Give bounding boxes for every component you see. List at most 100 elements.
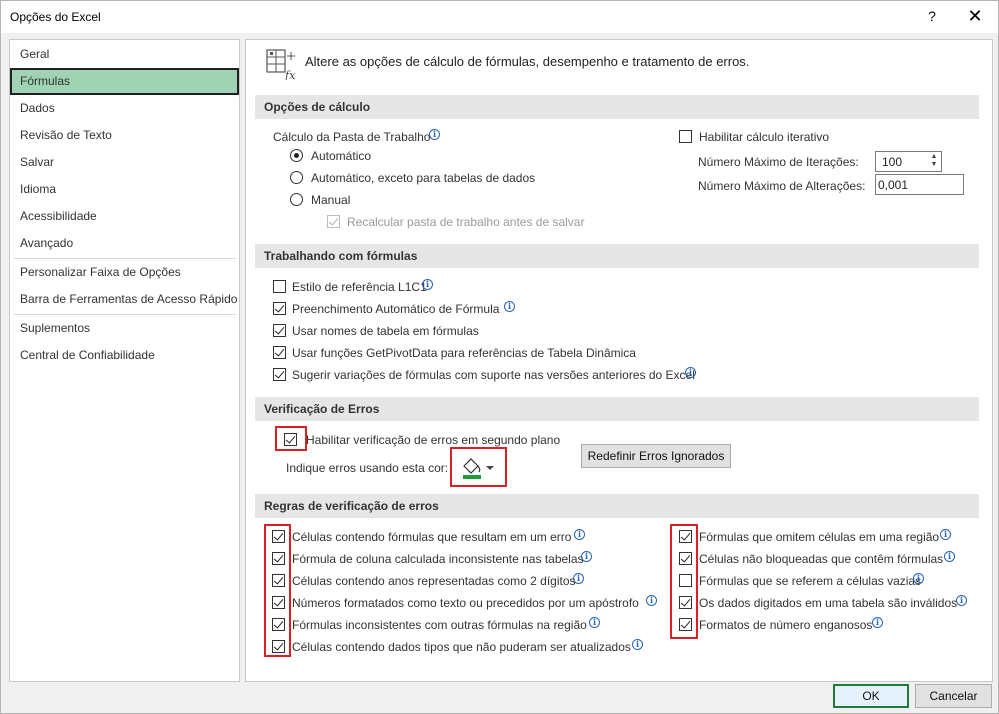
window-title: Opções do Excel <box>10 10 101 24</box>
rule-checkbox[interactable] <box>679 596 692 609</box>
sidebar-item-personalizar-faixa[interactable]: Personalizar Faixa de Opções <box>10 259 239 286</box>
info-icon[interactable]: i <box>422 279 433 290</box>
suggest-variations-checkbox[interactable] <box>273 368 286 381</box>
rule-checkbox[interactable] <box>272 618 285 631</box>
rule-checkbox[interactable] <box>272 574 285 587</box>
error-color-label: Indique erros usando esta cor: <box>286 461 449 475</box>
r1c1-checkbox[interactable] <box>273 280 286 293</box>
info-icon[interactable]: i <box>581 551 592 562</box>
rule-label: Células não bloqueadas que contêm fórmul… <box>699 552 944 566</box>
sidebar-item-formulas[interactable]: Fórmulas <box>10 68 239 95</box>
getpivotdata-label: Usar funções GetPivotData para referênci… <box>292 346 636 360</box>
radio-manual[interactable] <box>290 193 303 206</box>
stepper-arrows-icon[interactable]: ▲ ▼ <box>929 153 939 170</box>
formula-autocomplete-checkbox[interactable] <box>273 302 286 315</box>
rule-checkbox[interactable] <box>679 618 692 631</box>
formula-calc-icon: fx <box>266 49 296 80</box>
close-icon[interactable]: ✕ <box>962 5 988 27</box>
r1c1-label: Estilo de referência L1C1 <box>292 280 427 294</box>
rule-label: Formatos de número enganosos <box>699 618 873 632</box>
rule-label: Fórmula de coluna calculada inconsistent… <box>292 552 584 566</box>
error-color-picker[interactable] <box>455 452 503 482</box>
radio-automatic[interactable] <box>290 149 303 162</box>
info-icon[interactable]: i <box>573 573 584 584</box>
sidebar-item-salvar[interactable]: Salvar <box>10 149 239 176</box>
rule-label: Os dados digitados em uma tabela são inv… <box>699 596 958 610</box>
section-title: Opções de cálculo <box>264 100 371 114</box>
workbook-calc-label: Cálculo da Pasta de Trabalho <box>273 130 431 144</box>
info-icon[interactable]: i <box>589 617 600 628</box>
max-change-label: Número Máximo de Alterações: <box>698 179 866 193</box>
section-working-with-formulas: Trabalhando com fórmulas <box>255 244 979 268</box>
cancel-button[interactable]: Cancelar <box>915 684 992 708</box>
rule-label: Fórmulas que se referem a células vazias <box>699 574 922 588</box>
info-icon[interactable]: i <box>944 551 955 562</box>
options-sidebar: Geral Fórmulas Dados Revisão de Texto Sa… <box>9 39 240 682</box>
rule-checkbox[interactable] <box>679 530 692 543</box>
info-icon[interactable]: i <box>913 573 924 584</box>
formula-autocomplete-label: Preenchimento Automático de Fórmula <box>292 302 500 316</box>
sidebar-item-idioma[interactable]: Idioma <box>10 176 239 203</box>
rule-label: Células contendo fórmulas que resultam e… <box>292 530 572 544</box>
sidebar-item-geral[interactable]: Geral <box>10 41 239 68</box>
svg-text:fx: fx <box>284 69 296 80</box>
suggest-variations-label: Sugerir variações de fórmulas com suport… <box>292 368 695 382</box>
rule-checkbox[interactable] <box>272 552 285 565</box>
info-icon[interactable]: i <box>632 639 643 650</box>
iterative-calc-checkbox[interactable] <box>679 130 692 143</box>
help-button[interactable]: ? <box>921 5 943 27</box>
sidebar-item-barra-acesso-rapido[interactable]: Barra de Ferramentas de Acesso Rápido <box>10 286 239 313</box>
table-names-label: Usar nomes de tabela em fórmulas <box>292 324 479 338</box>
sidebar-item-avancado[interactable]: Avançado <box>10 230 239 257</box>
rule-label: Células contendo anos representadas como… <box>292 574 576 588</box>
sidebar-item-dados[interactable]: Dados <box>10 95 239 122</box>
info-icon[interactable]: i <box>872 617 883 628</box>
ok-button[interactable]: OK <box>833 684 909 708</box>
info-icon[interactable]: i <box>646 595 657 606</box>
section-error-checking: Verificação de Erros <box>255 397 979 421</box>
radio-automatic-except-tables[interactable] <box>290 171 303 184</box>
sidebar-item-suplementos[interactable]: Suplementos <box>10 315 239 342</box>
radio-manual-label: Manual <box>311 193 351 207</box>
panel-description: Altere as opções de cálculo de fórmulas,… <box>305 54 750 69</box>
fill-color-icon <box>463 458 494 479</box>
getpivotdata-checkbox[interactable] <box>273 346 286 359</box>
recalc-before-save-label: Recalcular pasta de trabalho antes de sa… <box>347 215 585 229</box>
rule-checkbox[interactable] <box>272 640 285 653</box>
section-calculation-options: Opções de cálculo <box>255 95 979 119</box>
rule-checkbox[interactable] <box>272 530 285 543</box>
info-icon[interactable]: i <box>956 595 967 606</box>
rule-label: Números formatados como texto ou precedi… <box>292 596 639 610</box>
rule-checkbox[interactable] <box>272 596 285 609</box>
max-change-field[interactable]: 0,001 <box>875 174 964 195</box>
excel-options-dialog: Opções do Excel ? ✕ Geral Fórmulas Dados… <box>0 0 999 714</box>
rule-label: Células contendo dados tipos que não pud… <box>292 640 631 654</box>
info-icon[interactable]: i <box>429 129 440 140</box>
max-iterations-value: 100 <box>882 155 903 169</box>
iterative-calc-label: Habilitar cálculo iterativo <box>699 130 830 144</box>
info-icon[interactable]: i <box>940 529 951 540</box>
sidebar-item-revisao[interactable]: Revisão de Texto <box>10 122 239 149</box>
rule-checkbox[interactable] <box>679 552 692 565</box>
recalc-before-save-checkbox[interactable] <box>327 215 340 228</box>
radio-automatic-label: Automático <box>311 149 372 163</box>
max-iterations-stepper[interactable]: 100 ▲ ▼ <box>875 151 942 172</box>
highlight-box <box>264 524 291 657</box>
formulas-panel: fx Altere as opções de cálculo de fórmul… <box>245 39 993 682</box>
section-title: Regras de verificação de erros <box>264 499 439 513</box>
title-bar: Opções do Excel ? ✕ <box>1 1 998 33</box>
reset-ignored-errors-button[interactable]: Redefinir Erros Ignorados <box>581 444 731 468</box>
info-icon[interactable]: i <box>574 529 585 540</box>
section-title: Trabalhando com fórmulas <box>264 249 418 263</box>
info-icon[interactable]: i <box>685 367 696 378</box>
info-icon[interactable]: i <box>504 301 515 312</box>
rule-checkbox[interactable] <box>679 574 692 587</box>
rule-label: Fórmulas que omitem células em uma regiã… <box>699 530 940 544</box>
section-error-checking-rules: Regras de verificação de erros <box>255 494 979 518</box>
table-names-checkbox[interactable] <box>273 324 286 337</box>
radio-automatic-except-label: Automático, exceto para tabelas de dados <box>311 171 536 185</box>
sidebar-item-acessibilidade[interactable]: Acessibilidade <box>10 203 239 230</box>
sidebar-item-central-confiabilidade[interactable]: Central de Confiabilidade <box>10 342 239 369</box>
background-error-checking-checkbox[interactable] <box>284 433 297 446</box>
rule-label: Fórmulas inconsistentes com outras fórmu… <box>292 618 587 632</box>
